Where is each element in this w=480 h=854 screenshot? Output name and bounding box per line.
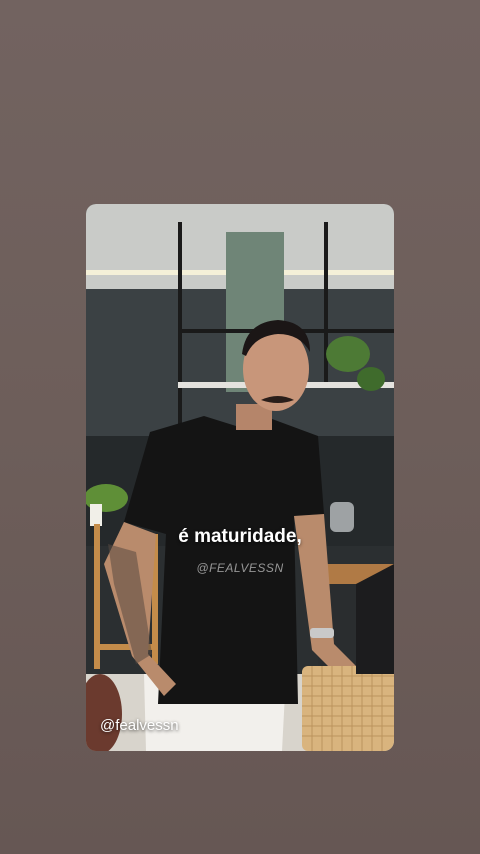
watermark-text: @FEALVESSN	[196, 561, 284, 575]
video-scene	[86, 204, 394, 751]
subtitle-caption: é maturidade,	[178, 526, 302, 547]
story-video-frame[interactable]: é maturidade, @FEALVESSN @fealvessn	[86, 204, 394, 751]
mention-sticker[interactable]: @fealvessn	[100, 717, 179, 734]
